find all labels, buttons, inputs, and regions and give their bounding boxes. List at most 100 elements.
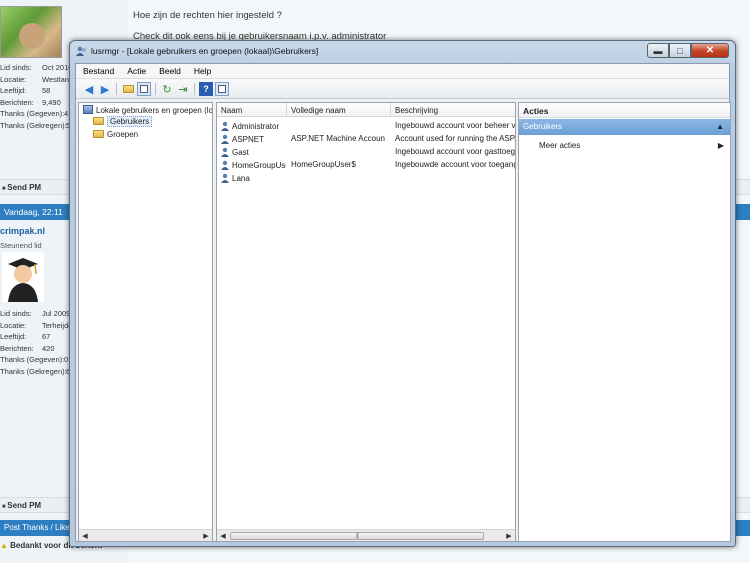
- cell-name: HomeGroupUser$: [232, 161, 286, 170]
- stat-label: Berichten:: [0, 343, 34, 353]
- cell-fullname: HomeGroupUser$: [291, 160, 356, 169]
- stat-value: Oct 2010: [42, 63, 73, 72]
- close-icon: ✕: [705, 45, 715, 56]
- help-icon[interactable]: ?: [199, 82, 213, 96]
- table-row[interactable]: Administrator Ingebouwd account voor beh…: [217, 119, 515, 132]
- table-row[interactable]: HomeGroupUser$ HomeGroupUser$ Ingebouwde…: [217, 158, 515, 171]
- stat-label: Locatie:: [0, 74, 27, 84]
- stat-value: Jul 2009: [42, 309, 71, 318]
- stat-label: Thanks (Gegeven):: [0, 109, 65, 118]
- table-row[interactable]: Lana: [217, 171, 515, 184]
- user-icon: [221, 147, 229, 157]
- cell-name: ASPNET: [232, 135, 265, 144]
- scroll-right-icon[interactable]: ▶: [504, 531, 514, 541]
- actions-group-gebruikers[interactable]: Gebruikers ▲: [519, 119, 730, 135]
- toolbar: ◀ ▶ ↻ ⇥ ?: [76, 79, 729, 99]
- users-app-icon: [76, 46, 86, 56]
- up-folder-icon[interactable]: [121, 82, 135, 96]
- user2-role: Steunend lid: [0, 241, 42, 250]
- minimize-icon: ▬: [653, 45, 663, 56]
- stat-label: Locatie:: [0, 320, 27, 330]
- maximize-icon: □: [677, 45, 683, 56]
- column-header-naam[interactable]: Naam: [217, 103, 287, 117]
- user-icon: [221, 160, 229, 170]
- stat-label: Leeftijd:: [0, 332, 27, 341]
- user1-stats: Lid sinds: Oct 2010 Locatie: Westland Leef…: [0, 62, 73, 131]
- user-icon: [221, 173, 229, 183]
- scroll-left-icon[interactable]: ◀: [80, 531, 90, 541]
- send-pm-button[interactable]: Send PM: [2, 183, 41, 192]
- tree-node-label: Groepen: [107, 130, 139, 139]
- stat-label: Lid sinds:: [0, 309, 32, 318]
- forward-icon[interactable]: ▶: [98, 82, 112, 96]
- toolbar-separator: [116, 83, 117, 95]
- stat-label: Thanks (Gekregen):: [0, 366, 67, 376]
- tree-pane: Lokale gebruikers en groepen (lokaal) Ge…: [78, 102, 213, 542]
- export-list-icon[interactable]: ⇥: [176, 82, 190, 96]
- tree-node-gebruikers[interactable]: Gebruikers: [93, 116, 153, 127]
- user-list-pane: Naam Volledige naam Beschrijving Adminis…: [216, 102, 516, 542]
- minimize-button[interactable]: ▬: [647, 43, 669, 58]
- back-icon[interactable]: ◀: [82, 82, 96, 96]
- stat-value: 67: [42, 332, 51, 341]
- cell-name: Gast: [232, 148, 249, 157]
- scroll-right-icon[interactable]: ▶: [201, 531, 211, 541]
- submenu-arrow-icon[interactable]: ▶: [718, 141, 724, 150]
- thumb-icon: ▲: [0, 541, 8, 550]
- stat-label: Leeftijd:: [0, 86, 27, 95]
- post-thanks-link[interactable]: Post Thanks / Like: [4, 523, 70, 532]
- tree-root-label: Lokale gebruikers en groepen (lokaal): [96, 106, 213, 115]
- stat-value: 0: [64, 355, 69, 364]
- stat-label: Thanks (Gegeven):: [0, 355, 65, 364]
- stat-value: 4: [64, 109, 69, 118]
- lusrmgr-window: lusrmgr - [Lokale gebruikers en groepen …: [69, 40, 736, 547]
- meer-acties-item[interactable]: Meer acties: [539, 141, 580, 150]
- action-pane-icon[interactable]: [215, 82, 229, 96]
- folder-icon: [93, 130, 104, 138]
- toolbar-separator: [194, 83, 195, 95]
- menu-bestand[interactable]: Bestand: [76, 64, 120, 78]
- stat-label: Berichten:: [0, 97, 34, 107]
- scroll-thumb[interactable]: |||: [230, 532, 484, 540]
- forum-post-question: Hoe zijn de rechten hier ingesteld ?: [133, 10, 282, 21]
- stat-label: Lid sinds:: [0, 63, 32, 72]
- menu-help[interactable]: Help: [187, 64, 217, 78]
- actions-header: Acties: [519, 103, 730, 118]
- cell-fullname: ASP.NET Machine Account: [291, 134, 385, 143]
- collapse-up-icon[interactable]: ▲: [716, 122, 724, 131]
- title-bar[interactable]: lusrmgr - [Lokale gebruikers en groepen …: [70, 41, 735, 63]
- folder-icon: [93, 117, 104, 125]
- menu-actie[interactable]: Actie: [120, 64, 152, 78]
- table-row[interactable]: ASPNET ASP.NET Machine Account Account u…: [217, 132, 515, 145]
- user2-name-link[interactable]: crimpak.nl: [0, 226, 45, 236]
- maximize-button[interactable]: □: [669, 43, 691, 58]
- user-icon: [221, 134, 229, 144]
- window-title: lusrmgr - [Lokale gebruikers en groepen …: [91, 46, 319, 56]
- user-icon: [221, 121, 229, 131]
- tree-root[interactable]: Lokale gebruikers en groepen (lokaal): [83, 105, 213, 115]
- cell-description: Ingebouwd account voor beheer van de com…: [395, 121, 515, 130]
- caption-buttons: ▬ □ ✕: [647, 43, 729, 58]
- close-button[interactable]: ✕: [691, 43, 729, 58]
- user2-avatar: [2, 252, 44, 302]
- send-pm-button-2[interactable]: Send PM: [2, 501, 41, 510]
- scroll-left-icon[interactable]: ◀: [218, 531, 228, 541]
- table-row[interactable]: Gast Ingebouwd account voor gasttoegang …: [217, 145, 515, 158]
- tree-hscrollbar[interactable]: ◀ ▶: [79, 529, 212, 541]
- refresh-icon[interactable]: ↻: [160, 82, 174, 96]
- column-header-volledige-naam[interactable]: Volledige naam: [287, 103, 391, 117]
- menu-bar: Bestand Actie Beeld Help: [76, 64, 729, 79]
- window-client: Bestand Actie Beeld Help ◀ ▶ ↻ ⇥ ? Lokal…: [75, 63, 731, 542]
- show-tree-icon[interactable]: [137, 82, 151, 96]
- user2-stats: Lid sinds: Jul 2009 Locatie: Terheijden Le…: [0, 308, 77, 377]
- post-date: Vandaag, 22:11: [4, 207, 63, 217]
- stat-value: 420: [42, 343, 55, 353]
- tree-node-groepen[interactable]: Groepen: [93, 130, 138, 139]
- stat-value: 58: [42, 86, 51, 95]
- column-header-beschrijving[interactable]: Beschrijving: [391, 103, 515, 117]
- list-hscrollbar[interactable]: ◀ ||| ▶: [217, 529, 515, 541]
- cell-description: Account used for running the ASP.NET wor…: [395, 134, 515, 143]
- user1-avatar: [0, 6, 62, 58]
- menu-beeld[interactable]: Beeld: [152, 64, 187, 78]
- cell-description: Ingebouwd account voor gasttoegang tot d…: [395, 147, 515, 156]
